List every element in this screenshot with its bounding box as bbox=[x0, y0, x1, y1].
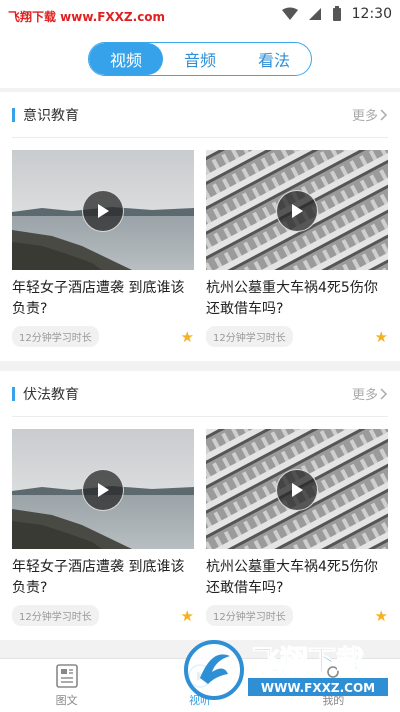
more-link[interactable]: 更多 bbox=[352, 384, 388, 403]
video-thumbnail[interactable] bbox=[12, 429, 194, 549]
more-label: 更多 bbox=[351, 109, 378, 124]
section-header: 意识教育 更多 bbox=[12, 92, 388, 138]
section-header: 伏法教育 更多 bbox=[12, 371, 388, 417]
status-bar: 飞翔下载 www.FXXZ.com 12:30 bbox=[0, 0, 400, 32]
user-icon bbox=[322, 666, 344, 688]
chevron-right-icon bbox=[380, 387, 388, 400]
more-label: 更多 bbox=[351, 388, 378, 403]
section-law: 伏法教育 更多 年轻女子酒店遭袭 到底谁该负责? 12分钟学习时长 ★ 杭州公墓… bbox=[0, 371, 400, 640]
video-thumbnail[interactable] bbox=[206, 429, 388, 549]
video-card[interactable]: 年轻女子酒店遭袭 到底谁该负责? 12分钟学习时长 ★ bbox=[12, 429, 194, 626]
status-icons: 12:30 bbox=[281, 6, 392, 22]
star-icon[interactable]: ★ bbox=[181, 607, 194, 625]
video-card[interactable]: 杭州公墓重大车祸4死5伤你还敢借车吗? 12分钟学习时长 ★ bbox=[206, 429, 388, 626]
wifi-icon bbox=[281, 7, 298, 20]
section-title: 意识教育 bbox=[23, 107, 79, 124]
video-title: 杭州公墓重大车祸4死5伤你还敢借车吗? bbox=[206, 559, 378, 596]
video-title: 年轻女子酒店遭袭 到底谁该负责? bbox=[12, 280, 185, 317]
content-list: 意识教育 更多 年轻女子酒店遭袭 到底谁该负责? 12分钟学习时长 ★ 杭州公墓… bbox=[0, 92, 400, 658]
study-duration-badge: 12分钟学习时长 bbox=[206, 605, 293, 626]
star-icon[interactable]: ★ bbox=[181, 328, 194, 346]
more-link[interactable]: 更多 bbox=[352, 105, 388, 124]
play-icon bbox=[188, 664, 212, 688]
play-button[interactable] bbox=[276, 190, 318, 232]
nav-item-mine[interactable]: 我的 bbox=[267, 659, 400, 712]
status-time: 12:30 bbox=[351, 6, 392, 22]
nav-label: 视听 bbox=[188, 694, 211, 707]
video-card[interactable]: 杭州公墓重大车祸4死5伤你还敢借车吗? 12分钟学习时长 ★ bbox=[206, 150, 388, 347]
document-icon bbox=[55, 664, 78, 688]
video-cards: 年轻女子酒店遭袭 到底谁该负责? 12分钟学习时长 ★ 杭州公墓重大车祸4死5伤… bbox=[12, 417, 388, 640]
play-button[interactable] bbox=[82, 190, 124, 232]
video-thumbnail[interactable] bbox=[12, 150, 194, 270]
video-cards: 年轻女子酒店遭袭 到底谁该负责? 12分钟学习时长 ★ 杭州公墓重大车祸4死5伤… bbox=[12, 138, 388, 361]
video-card[interactable]: 年轻女子酒店遭袭 到底谁该负责? 12分钟学习时长 ★ bbox=[12, 150, 194, 347]
tab-opinion[interactable]: 看法 bbox=[237, 43, 311, 75]
study-duration-badge: 12分钟学习时长 bbox=[206, 326, 293, 347]
section-title: 伏法教育 bbox=[23, 386, 79, 403]
battery-icon bbox=[332, 6, 341, 21]
tab-audio[interactable]: 音频 bbox=[163, 43, 237, 75]
nav-label: 图文 bbox=[55, 694, 78, 707]
section-accent-bar bbox=[12, 386, 15, 401]
chevron-right-icon bbox=[380, 108, 388, 121]
section-awareness: 意识教育 更多 年轻女子酒店遭袭 到底谁该负责? 12分钟学习时长 ★ 杭州公墓… bbox=[0, 92, 400, 361]
play-icon bbox=[292, 204, 303, 218]
star-icon[interactable]: ★ bbox=[375, 607, 388, 625]
bottom-nav: 图文 视听 我的 bbox=[0, 658, 400, 712]
media-type-tabs: 视频 音频 看法 bbox=[88, 42, 312, 76]
play-button[interactable] bbox=[82, 469, 124, 511]
section-accent-bar bbox=[12, 107, 15, 122]
watermark-text: 飞翔下载 www.FXXZ.com bbox=[8, 10, 166, 24]
video-thumbnail[interactable] bbox=[206, 150, 388, 270]
play-icon bbox=[292, 483, 303, 497]
star-icon[interactable]: ★ bbox=[375, 328, 388, 346]
video-title: 杭州公墓重大车祸4死5伤你还敢借车吗? bbox=[206, 280, 378, 317]
play-button[interactable] bbox=[276, 469, 318, 511]
play-icon bbox=[98, 204, 109, 218]
nav-label: 我的 bbox=[322, 694, 345, 707]
nav-item-av[interactable]: 视听 bbox=[133, 659, 266, 712]
study-duration-badge: 12分钟学习时长 bbox=[12, 326, 99, 347]
nav-item-graphic[interactable]: 图文 bbox=[0, 659, 133, 712]
play-icon bbox=[98, 483, 109, 497]
header: 视频 音频 看法 bbox=[0, 32, 400, 88]
study-duration-badge: 12分钟学习时长 bbox=[12, 605, 99, 626]
tab-video[interactable]: 视频 bbox=[89, 43, 163, 75]
signal-icon bbox=[308, 8, 321, 20]
video-title: 年轻女子酒店遭袭 到底谁该负责? bbox=[12, 559, 185, 596]
